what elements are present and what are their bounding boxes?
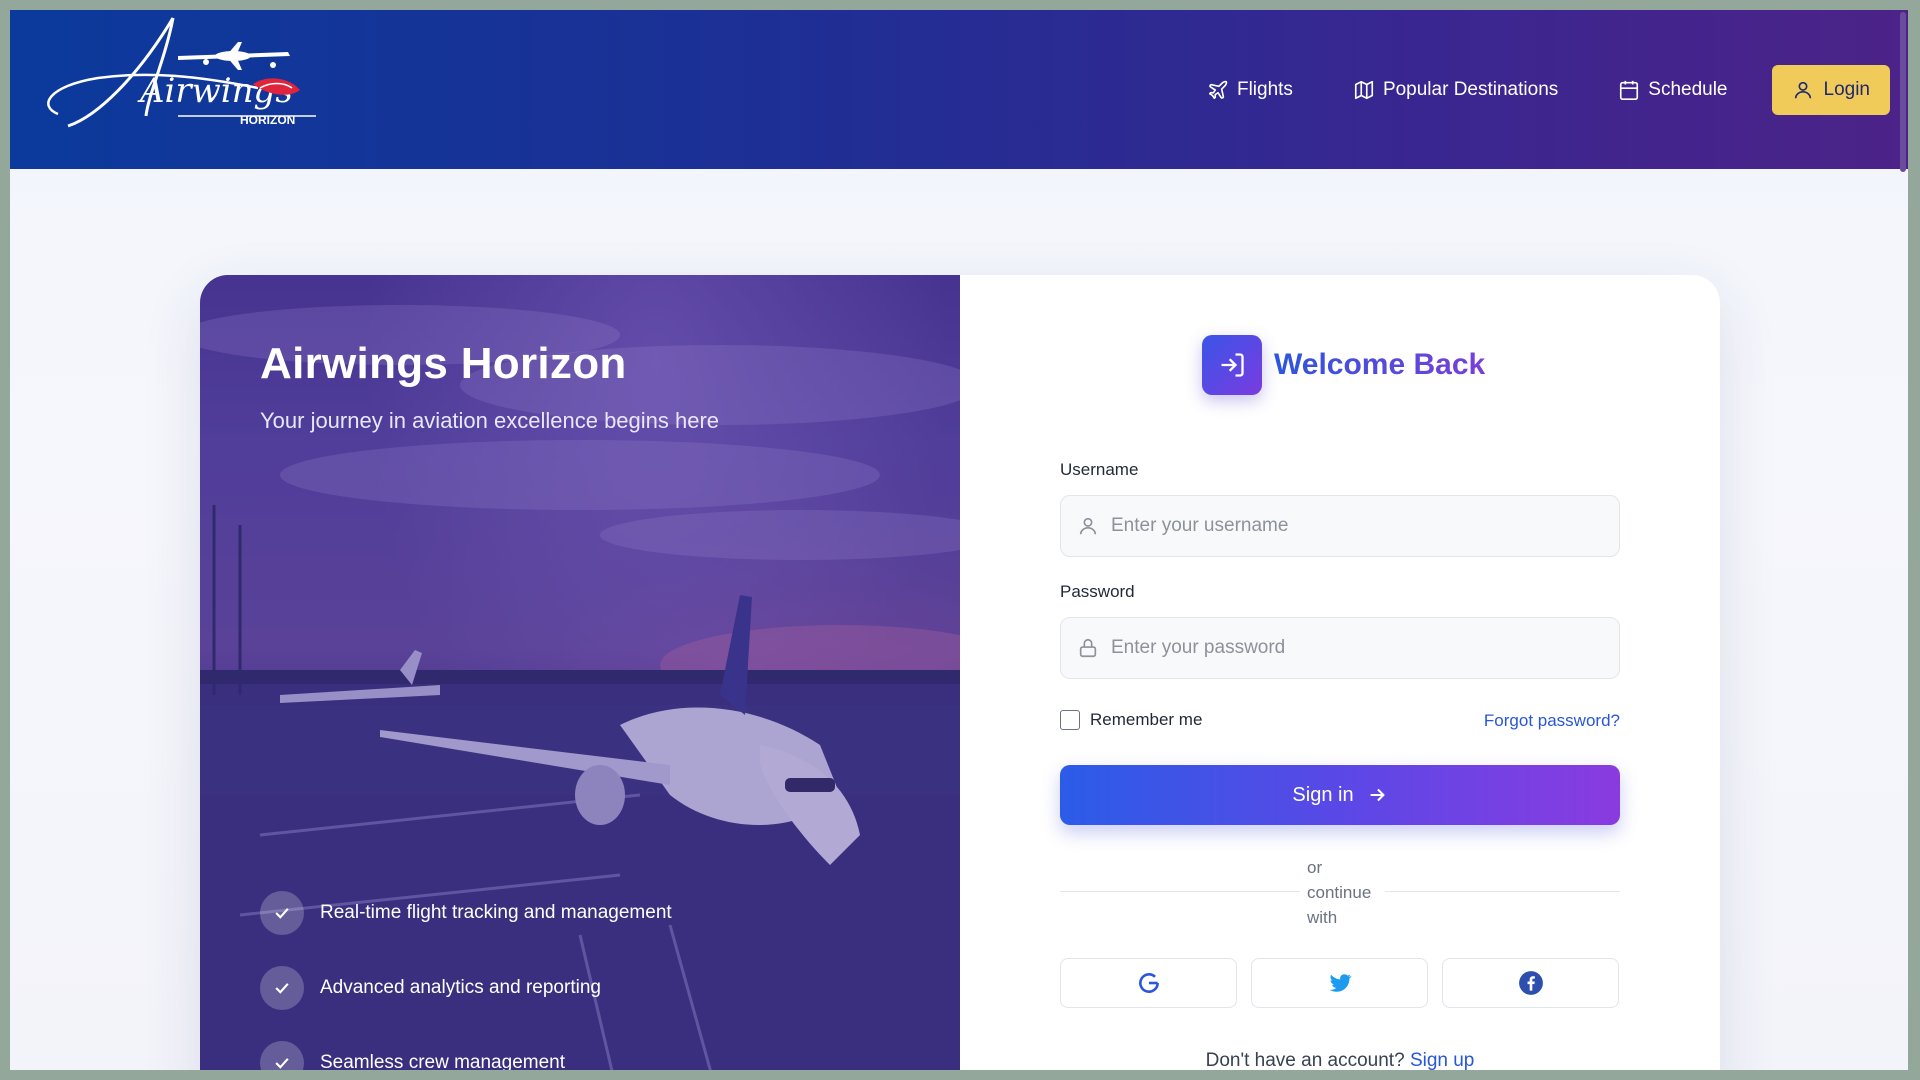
divider-line (1060, 891, 1300, 892)
nav-label-flights: Flights (1236, 79, 1293, 100)
sign-in-icon (1202, 335, 1262, 395)
remember-label: Remember me (1090, 710, 1203, 729)
check-icon (260, 1040, 304, 1070)
divider: or continue with (1060, 855, 1620, 935)
forgot-password-link[interactable]: Forgot password? (1484, 711, 1620, 731)
login-form: Welcome Back Username Password Remember … (960, 275, 1720, 1070)
nav-label-destinations: Popular Destinations (1382, 79, 1559, 100)
scrollbar[interactable] (1898, 10, 1908, 1070)
facebook-icon (1518, 971, 1543, 995)
google-icon (1138, 973, 1159, 993)
map-icon (1354, 80, 1374, 100)
feature-item: Advanced analytics and reporting (260, 950, 672, 1025)
check-icon (260, 890, 304, 935)
username-label: Username (1060, 460, 1139, 479)
nav-item-schedule[interactable]: Schedule (1618, 79, 1728, 101)
nav-label-schedule: Schedule (1648, 79, 1728, 100)
feature-text: Advanced analytics and reporting (320, 976, 601, 998)
lock-icon (1079, 638, 1097, 658)
check-icon (260, 965, 304, 1010)
twitter-icon (1329, 974, 1352, 992)
google-login-button[interactable] (1060, 958, 1237, 1008)
login-card: Airwings Horizon Your journey in aviatio… (200, 275, 1720, 1070)
user-icon (1794, 81, 1811, 99)
nav-item-flights[interactable]: Flights (1207, 79, 1293, 101)
username-input[interactable] (1111, 515, 1591, 537)
browser-viewport: Airwings HORIZON Flights Popular Destina… (10, 10, 1908, 1070)
feature-item: Real-time flight tracking and management (260, 875, 672, 950)
feature-list: Real-time flight tracking and management… (260, 875, 672, 1070)
brand-logo[interactable]: Airwings HORIZON (28, 16, 318, 136)
feature-text: Real-time flight tracking and management (320, 901, 672, 923)
feature-text: Seamless crew management (320, 1051, 565, 1071)
signup-prompt: Don't have an account? (1205, 1050, 1410, 1070)
hero-title: Airwings Horizon (260, 339, 627, 388)
remember-me[interactable]: Remember me (1060, 710, 1202, 730)
nav-item-popular-destinations[interactable]: Popular Destinations (1353, 79, 1558, 101)
remember-checkbox[interactable] (1060, 710, 1080, 730)
hero-subtitle: Your journey in aviation excellence begi… (260, 408, 720, 433)
sign-in-button[interactable]: Sign in (1060, 765, 1620, 825)
calendar-icon (1620, 80, 1639, 100)
top-navbar: Airwings HORIZON Flights Popular Destina… (10, 10, 1908, 169)
divider-text: or continue with (1305, 855, 1385, 930)
social-login-row (1060, 958, 1619, 1008)
login-button[interactable]: Login (1771, 65, 1890, 115)
signup-link[interactable]: Sign up (1410, 1050, 1474, 1070)
password-label: Password (1060, 582, 1135, 601)
hero-panel: Airwings Horizon Your journey in aviatio… (200, 275, 960, 1070)
welcome-header: Welcome Back (1202, 335, 1485, 395)
scrollbar-thumb[interactable] (1900, 12, 1906, 172)
welcome-heading: Welcome Back (1274, 348, 1486, 381)
user-icon (1079, 517, 1097, 535)
password-input[interactable] (1111, 637, 1591, 659)
facebook-login-button[interactable] (1442, 958, 1619, 1008)
plane-icon (1208, 80, 1228, 100)
arrow-right-icon (1370, 788, 1385, 802)
username-field[interactable] (1060, 495, 1620, 557)
divider-line (1385, 891, 1620, 892)
twitter-login-button[interactable] (1251, 958, 1428, 1008)
signup-row: Don't have an account? Sign up (960, 1050, 1720, 1070)
password-field[interactable] (1060, 617, 1620, 679)
logo-subtext: HORIZON (240, 113, 295, 127)
nav-menu: Flights Popular Destinations Schedule Lo… (1147, 65, 1890, 115)
feature-item: Seamless crew management (260, 1025, 672, 1070)
login-label: Login (1823, 79, 1871, 100)
sign-in-label: Sign in (1292, 783, 1354, 806)
